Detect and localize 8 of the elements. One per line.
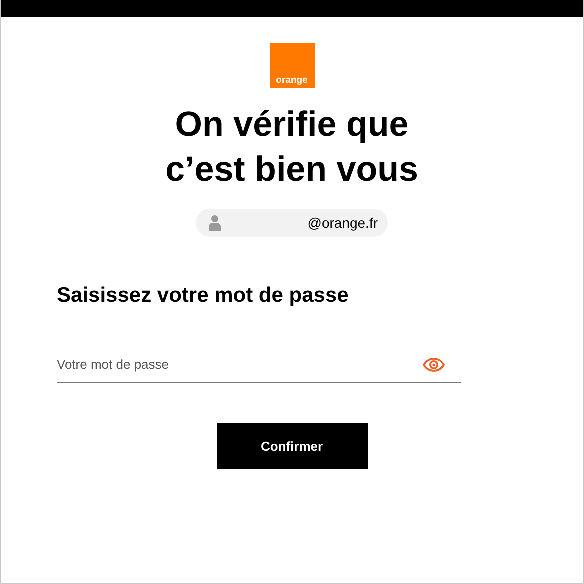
eye-icon[interactable] — [423, 358, 445, 372]
confirm-button[interactable]: Confirmer — [216, 423, 368, 469]
logo-text: orange — [276, 76, 308, 85]
page-title: On vérifie que c’est bien vous — [164, 104, 420, 191]
account-email: @orange.fr — [308, 215, 378, 231]
password-field[interactable]: Votre mot de passe — [57, 347, 461, 383]
user-icon — [209, 215, 221, 231]
section-heading: Saisissez votre mot de passe — [57, 283, 350, 309]
